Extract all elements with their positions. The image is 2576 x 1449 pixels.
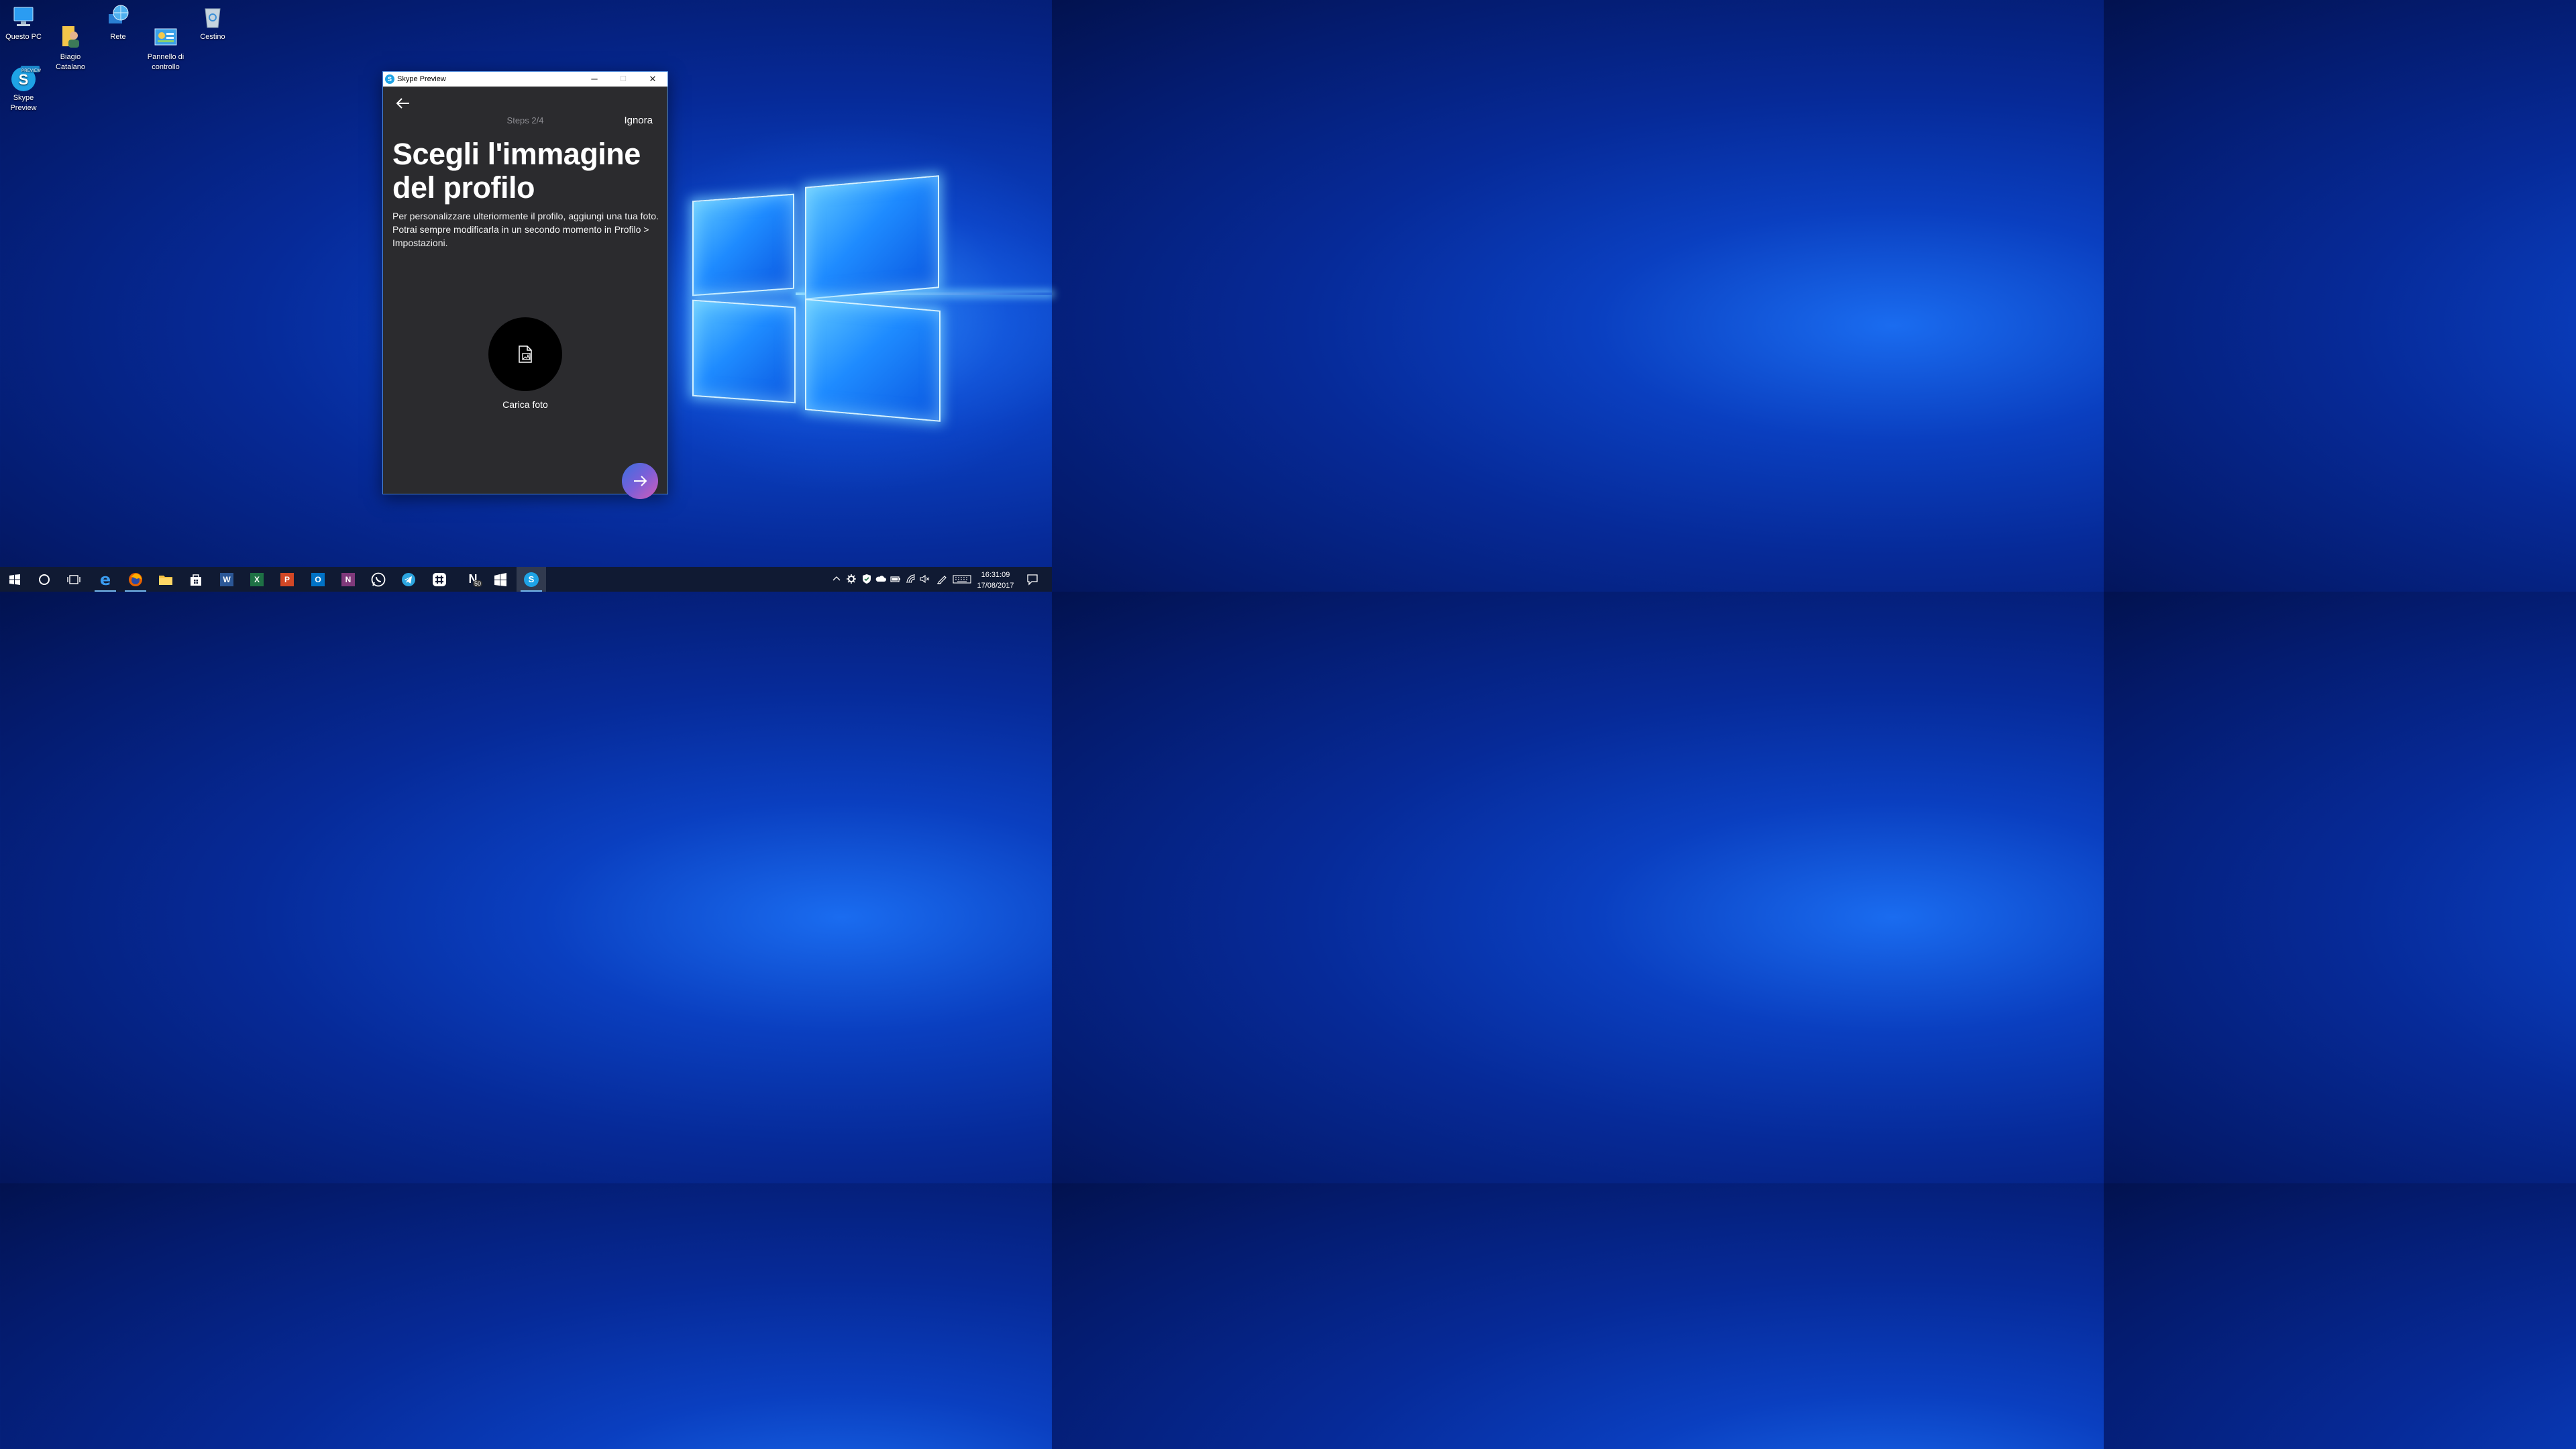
desktop-icon-skype-preview[interactable]: S PREVIEW Skype Preview: [0, 64, 47, 113]
taskbar-onenote[interactable]: N: [333, 567, 363, 592]
onboarding-panel: Steps 2/4 Ignora Scegli l'immagine del p…: [383, 87, 667, 499]
desktop-icon-label: Cestino: [200, 33, 225, 41]
task-view-icon: [67, 574, 80, 584]
taskbar-slack[interactable]: [425, 567, 454, 592]
outlook-icon: O: [311, 572, 325, 586]
desktop-icon-label: Pannello di controllo: [147, 53, 184, 71]
cortana-button[interactable]: [30, 567, 59, 592]
taskbar-edge[interactable]: e: [91, 567, 120, 592]
recycle-bin-icon: [199, 3, 226, 30]
taskbar: e W X P O N N 50 S 16:31:09 17/08/2017: [0, 567, 1052, 592]
taskbar-word[interactable]: W: [212, 567, 241, 592]
computer-icon: [10, 3, 37, 30]
taskbar-file-explorer[interactable]: [151, 567, 180, 592]
edge-icon: e: [99, 570, 111, 589]
windows-start-icon: [9, 574, 20, 585]
desktop-icon-label: Rete: [110, 33, 126, 41]
taskbar-excel[interactable]: X: [242, 567, 272, 592]
battery-icon[interactable]: [890, 574, 901, 584]
pen-icon[interactable]: [936, 574, 947, 584]
skype-preview-icon: S PREVIEW: [10, 64, 41, 91]
page-title-line: del profilo: [392, 170, 535, 205]
window-title: Skype Preview: [397, 75, 446, 83]
page-title: Scegli l'immagine del profilo: [392, 138, 661, 205]
preview-badge: PREVIEW: [21, 69, 42, 73]
onedrive-icon[interactable]: [875, 574, 886, 584]
gear-icon[interactable]: [846, 574, 857, 584]
image-file-icon: [519, 345, 532, 363]
title-bar[interactable]: S Skype Preview ─ ☐ ✕: [383, 72, 667, 87]
volume-muted-icon[interactable]: [920, 574, 930, 584]
desktop-icon-rete[interactable]: Rete: [95, 3, 142, 42]
skype-app-icon: S: [385, 74, 394, 84]
control-panel-icon: [152, 13, 179, 46]
cortana-circle-icon: [39, 574, 50, 585]
description-text: Per personalizzare ulteriormente il prof…: [392, 211, 659, 248]
minimize-button[interactable]: ─: [580, 72, 608, 87]
taskbar-skype[interactable]: S: [517, 567, 546, 592]
upload-photo-label: Carica foto: [502, 399, 548, 410]
taskbar-whatsapp[interactable]: [364, 567, 393, 592]
taskbar-store[interactable]: [181, 567, 211, 592]
chevron-up-icon[interactable]: [831, 574, 842, 584]
taskbar-tiles[interactable]: [486, 567, 515, 592]
store-icon: [191, 574, 201, 586]
page-title-line: Scegli l'immagine: [392, 137, 641, 171]
wallpaper-logo-pane: [805, 175, 939, 300]
keyboard-icon[interactable]: [953, 574, 971, 584]
onenote-icon: N: [341, 572, 355, 586]
desktop-icon-user[interactable]: Biagio Catalano: [47, 3, 94, 72]
back-arrow-icon: [396, 98, 409, 109]
arrow-right-icon: [634, 476, 647, 486]
slack-icon: [433, 572, 446, 586]
clock-time: 16:31:09: [981, 571, 1010, 579]
wallpaper-logo-pane: [692, 193, 794, 297]
system-clock[interactable]: 16:31:09 17/08/2017: [970, 570, 1021, 591]
wallpaper-logo-pane: [692, 299, 796, 404]
task-view-button[interactable]: [59, 567, 89, 592]
upload-photo-button[interactable]: [488, 317, 562, 391]
action-center-icon[interactable]: [1026, 574, 1038, 586]
desktop-icon-pannello[interactable]: Pannello di controllo: [142, 3, 189, 72]
desktop-icon-label: Skype Preview: [10, 94, 37, 112]
taskbar-news[interactable]: N 50: [458, 567, 488, 592]
taskbar-firefox[interactable]: [121, 567, 150, 592]
desktop-icon-cestino[interactable]: Cestino: [189, 3, 236, 42]
taskbar-outlook[interactable]: O: [303, 567, 333, 592]
folder-icon: [159, 575, 172, 585]
tiles-icon: [494, 572, 506, 586]
taskbar-powerpoint[interactable]: P: [272, 567, 302, 592]
whatsapp-icon: [371, 572, 386, 586]
notification-badge: 50: [473, 580, 483, 587]
telegram-icon: [402, 572, 415, 586]
desktop-icon-label: Questo PC: [5, 33, 42, 41]
wifi-icon[interactable]: [906, 574, 916, 584]
user-folder-icon: [57, 13, 84, 48]
skip-button[interactable]: Ignora: [624, 115, 653, 126]
start-button[interactable]: [0, 567, 30, 592]
clock-date: 17/08/2017: [977, 582, 1014, 590]
network-globe-icon: [105, 3, 131, 30]
skype-window: S Skype Preview ─ ☐ ✕ Steps 2/4 Ignora S…: [382, 71, 668, 499]
excel-icon: X: [250, 572, 264, 586]
word-icon: W: [220, 572, 233, 586]
powerpoint-icon: P: [280, 572, 294, 586]
maximize-button[interactable]: ☐: [609, 72, 637, 87]
desktop-icon-questo-pc[interactable]: Questo PC: [0, 3, 47, 42]
close-button[interactable]: ✕: [639, 72, 667, 87]
shield-icon[interactable]: [861, 574, 872, 584]
back-button[interactable]: [395, 96, 411, 111]
firefox-icon: [129, 572, 142, 586]
next-button[interactable]: [622, 463, 658, 499]
taskbar-telegram[interactable]: [394, 567, 423, 592]
wallpaper-logo-pane: [805, 299, 941, 422]
skype-icon: S: [524, 572, 539, 587]
desktop-icon-label: Biagio Catalano: [55, 53, 86, 71]
